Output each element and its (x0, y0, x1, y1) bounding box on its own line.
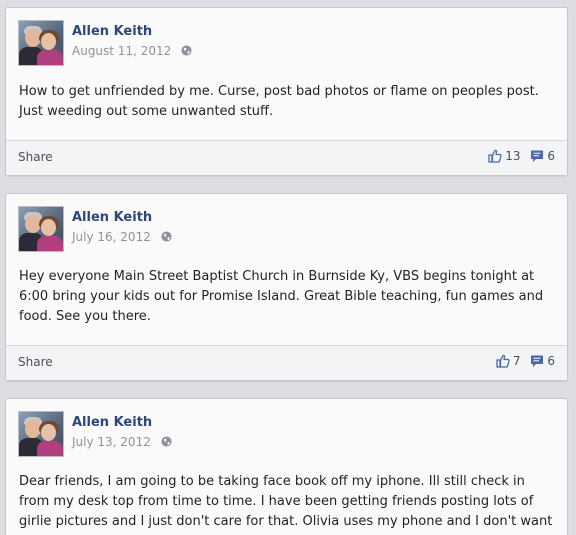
post-counts: 7 6 (496, 354, 555, 368)
globe-icon[interactable] (181, 45, 192, 56)
post-card: Allen Keith August 11, 2012 How to get u… (5, 7, 568, 176)
post-footer: Share 13 6 (6, 141, 567, 175)
post-card: Allen Keith July 13, 2012 Dear friends, … (5, 398, 568, 535)
post-date-text[interactable]: July 16, 2012 (72, 230, 151, 244)
post-text: How to get unfriended by me. Curse, post… (19, 84, 539, 119)
thumbs-up-icon[interactable] (496, 354, 510, 368)
thumbs-up-icon[interactable] (488, 149, 502, 163)
post-footer: Share 7 6 (6, 346, 567, 380)
author-name[interactable]: Allen Keith (72, 24, 152, 39)
avatar[interactable] (18, 411, 64, 457)
author-name[interactable]: Allen Keith (72, 415, 152, 430)
post-date-text[interactable]: July 13, 2012 (72, 435, 151, 449)
author-name[interactable]: Allen Keith (72, 210, 152, 225)
post-counts: 13 6 (488, 149, 555, 163)
comment-icon[interactable] (530, 354, 544, 368)
like-count[interactable]: 13 (505, 149, 520, 163)
share-button[interactable]: Share (18, 150, 53, 164)
post-card: Allen Keith July 16, 2012 Hey everyone M… (5, 193, 568, 381)
timeline-feed: Allen Keith August 11, 2012 How to get u… (0, 0, 576, 535)
globe-icon[interactable] (161, 436, 172, 447)
post-date: August 11, 2012 (72, 44, 192, 58)
post-text: Hey everyone Main Street Baptist Church … (19, 269, 544, 324)
post-date-text[interactable]: August 11, 2012 (72, 44, 171, 58)
comment-count[interactable]: 6 (547, 354, 555, 368)
like-count[interactable]: 7 (513, 354, 521, 368)
avatar[interactable] (18, 206, 64, 252)
avatar[interactable] (18, 20, 64, 66)
globe-icon[interactable] (161, 231, 172, 242)
post-text: Dear friends, I am going to be taking fa… (19, 474, 553, 535)
post-date: July 13, 2012 (72, 435, 172, 449)
post-date: July 16, 2012 (72, 230, 172, 244)
share-button[interactable]: Share (18, 355, 53, 369)
comment-icon[interactable] (530, 149, 544, 163)
comment-count[interactable]: 6 (547, 149, 555, 163)
